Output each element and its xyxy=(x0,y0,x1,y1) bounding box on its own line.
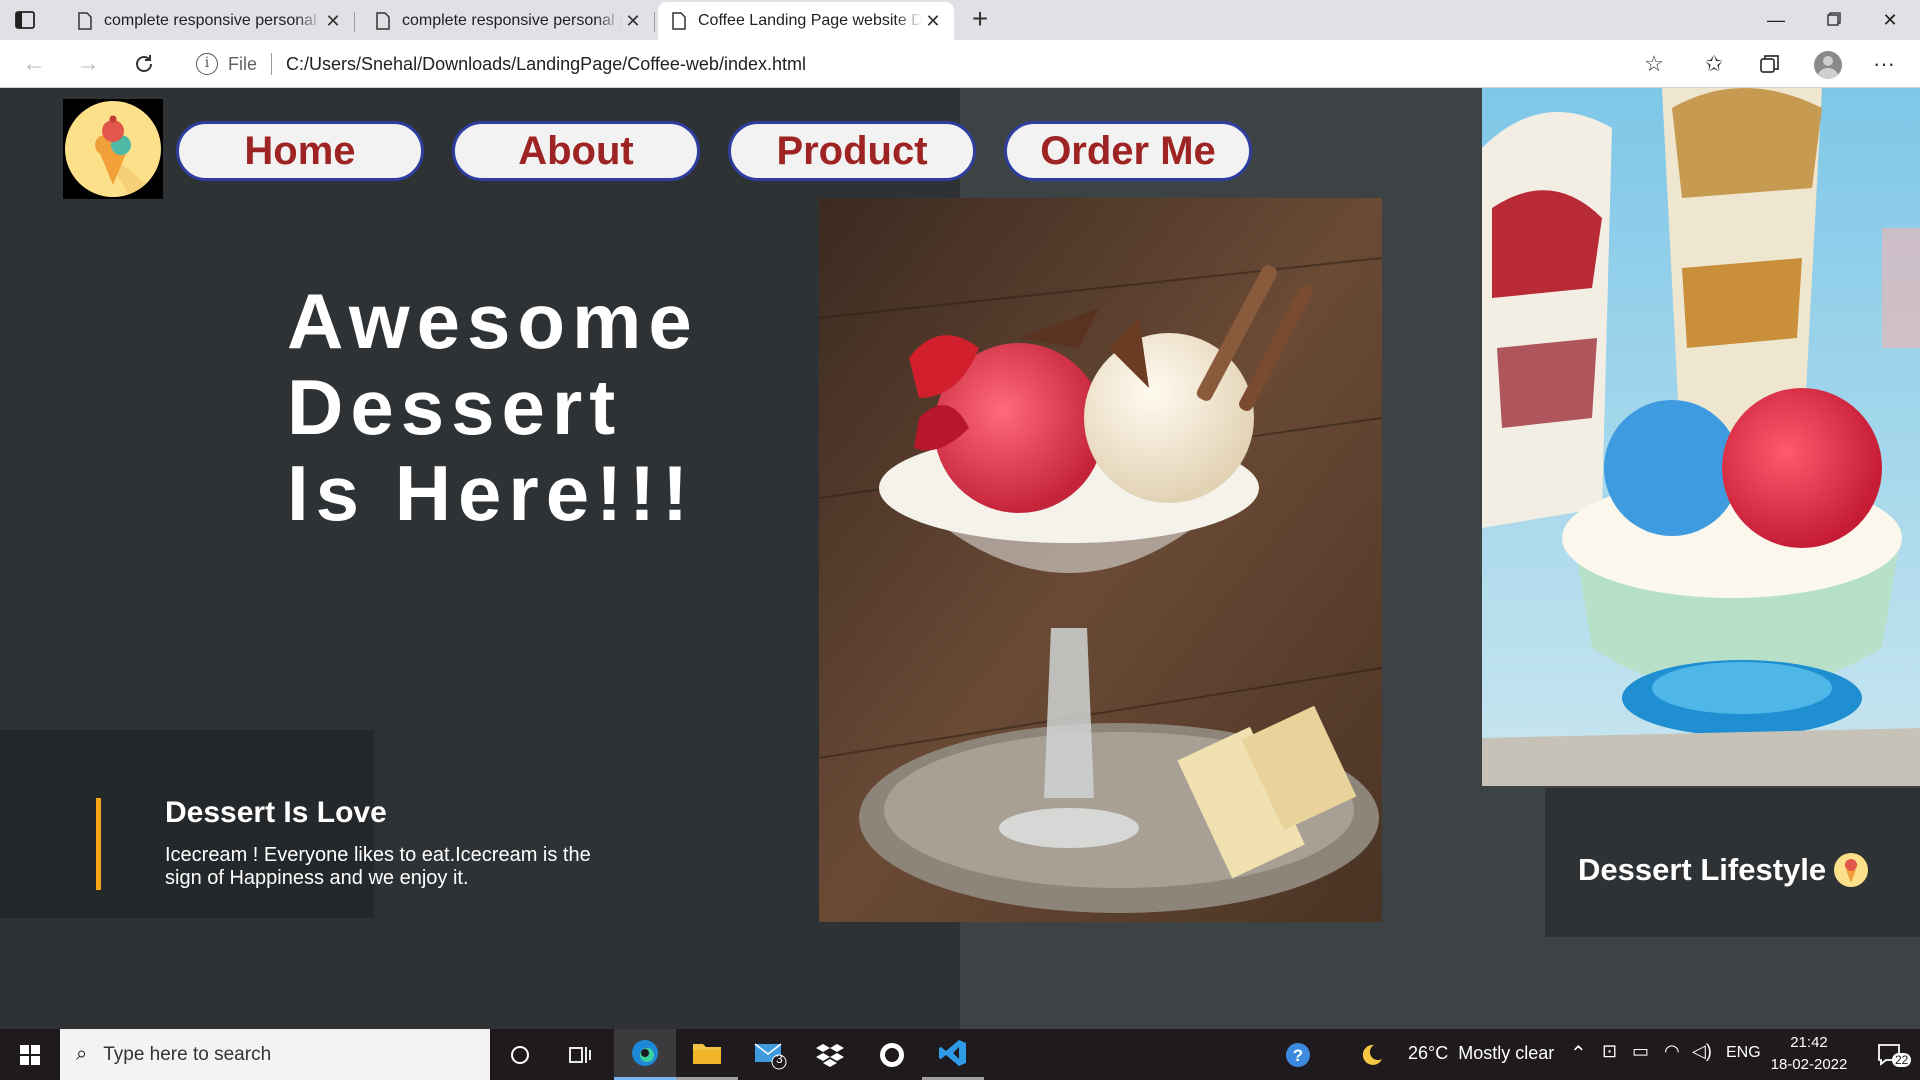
page-icon xyxy=(672,12,686,30)
windows-icon xyxy=(20,1045,40,1065)
profile-avatar[interactable] xyxy=(1814,51,1842,79)
back-button[interactable]: ← xyxy=(18,48,50,80)
search-icon: ⌕ xyxy=(76,1043,88,1065)
favorites-icon[interactable]: ✩ xyxy=(1700,50,1728,78)
task-view-icon[interactable] xyxy=(550,1029,610,1080)
mail-icon[interactable]: 3 xyxy=(740,1029,800,1080)
browser-tab-bar: complete responsive personal portfolio ✕… xyxy=(0,0,1920,40)
restore-button[interactable] xyxy=(1806,0,1862,40)
card-text: Icecream ! Everyone likes to eat.Icecrea… xyxy=(165,844,591,889)
search-placeholder: Type here to search xyxy=(103,1043,272,1065)
hero-title: Awesome Dessert Is Here!!! xyxy=(287,277,699,537)
github-icon[interactable] xyxy=(862,1029,922,1080)
accent-bar xyxy=(96,798,101,890)
github-glyph xyxy=(880,1042,904,1067)
meet-now-icon[interactable]: ⊡ xyxy=(1602,1041,1617,1062)
page-viewport: Home About Product Order Me Awesome Dess… xyxy=(0,88,1920,1029)
sundae-glasses-photo xyxy=(1482,88,1920,786)
restore-icon xyxy=(1827,12,1841,26)
scheme-label: File xyxy=(228,53,258,74)
battery-icon[interactable]: ▭ xyxy=(1632,1041,1649,1062)
language-indicator[interactable]: ENG xyxy=(1726,1044,1761,1062)
ice-cream-logo-icon xyxy=(65,101,161,197)
collections-icon[interactable] xyxy=(1756,50,1784,78)
url-text: C:/Users/Snehal/Downloads/LandingPage/Co… xyxy=(286,53,806,74)
tab-actions-icon[interactable] xyxy=(14,9,36,31)
browser-tab-2[interactable]: complete responsive personal portfolio ✕ xyxy=(362,2,655,40)
dropbox-glyph xyxy=(816,1043,844,1067)
tab-title: complete responsive personal portfolio xyxy=(402,12,622,29)
nav-about-link[interactable]: About xyxy=(452,121,700,181)
nav-home-link[interactable]: Home xyxy=(176,121,424,181)
close-icon[interactable]: ✕ xyxy=(322,11,344,32)
help-glyph: ? xyxy=(1286,1042,1310,1067)
clock-time[interactable]: 21:42 xyxy=(1774,1034,1844,1051)
moon-glyph xyxy=(1362,1044,1382,1065)
start-button[interactable] xyxy=(0,1029,60,1080)
tab-title: Coffee Landing Page website Design xyxy=(698,12,922,29)
page-icon xyxy=(376,12,390,30)
close-window-button[interactable]: ✕ xyxy=(1862,0,1918,40)
edge-browser-icon[interactable] xyxy=(614,1029,676,1080)
divider xyxy=(271,53,273,75)
vscode-glyph xyxy=(939,1040,966,1066)
tab-title: complete responsive personal portfolio xyxy=(104,12,322,29)
wifi-icon[interactable]: ◠ xyxy=(1664,1041,1680,1062)
address-bar: ← → i File C:/Users/Snehal/Downloads/Lan… xyxy=(0,40,1920,88)
minimize-button[interactable]: — xyxy=(1748,0,1804,40)
svg-text:?: ? xyxy=(1293,1046,1303,1065)
show-hidden-icons[interactable]: ⌃ xyxy=(1570,1041,1587,1066)
lifestyle-label: Dessert Lifestyle xyxy=(1578,852,1869,888)
browser-tab-3[interactable]: Coffee Landing Page website Design ✕ xyxy=(658,2,954,40)
clock-date[interactable]: 18-02-2022 xyxy=(1766,1056,1852,1073)
refresh-button[interactable] xyxy=(128,48,160,80)
refresh-icon xyxy=(136,55,152,72)
forward-button[interactable]: → xyxy=(72,48,104,80)
folder-glyph xyxy=(693,1044,721,1064)
cortana-icon[interactable] xyxy=(490,1029,550,1080)
main-nav: Home About Product Order Me xyxy=(176,121,1252,181)
collections-glyph xyxy=(1760,55,1779,73)
vscode-icon[interactable] xyxy=(922,1029,984,1080)
lifestyle-text: Dessert Lifestyle xyxy=(1578,852,1827,887)
sundae-photo xyxy=(819,198,1382,922)
site-logo[interactable] xyxy=(63,99,163,199)
nav-order-link[interactable]: Order Me xyxy=(1004,121,1252,181)
more-menu-icon[interactable]: ··· xyxy=(1870,50,1898,78)
new-tab-button[interactable]: + xyxy=(964,4,996,36)
help-icon[interactable]: ? xyxy=(1268,1029,1328,1080)
nav-product-link[interactable]: Product xyxy=(728,121,976,181)
browser-tab-1[interactable]: complete responsive personal portfolio ✕ xyxy=(64,2,355,40)
page-icon xyxy=(78,12,92,30)
card-title: Dessert Is Love xyxy=(165,796,387,829)
info-icon[interactable]: i xyxy=(196,53,218,75)
edge-glyph xyxy=(632,1040,658,1066)
taskbar-search[interactable]: ⌕ Type here to search xyxy=(60,1029,490,1080)
close-icon[interactable]: ✕ xyxy=(622,11,644,32)
weather-moon-icon xyxy=(1352,1029,1392,1080)
add-favorite-icon[interactable]: ☆ xyxy=(1640,50,1668,78)
close-icon[interactable]: ✕ xyxy=(922,11,944,32)
file-explorer-icon[interactable] xyxy=(676,1029,738,1080)
mail-badge: 3 xyxy=(776,1052,783,1066)
weather-text[interactable]: 26°C Mostly clear xyxy=(1408,1043,1554,1064)
cortana-glyph xyxy=(511,1045,529,1064)
notifications-badge: 22 xyxy=(1892,1053,1912,1067)
url-field[interactable]: i File C:/Users/Snehal/Downloads/Landing… xyxy=(182,46,1702,82)
windows-taskbar: ⌕ Type here to search 3 ? 26°C Mostly cl… xyxy=(0,1029,1920,1080)
dropbox-icon[interactable] xyxy=(800,1029,860,1080)
task-view-glyph xyxy=(569,1046,591,1063)
volume-icon[interactable]: ◁) xyxy=(1692,1041,1712,1062)
ice-cream-icon xyxy=(1834,853,1869,887)
notifications-icon[interactable]: 22 xyxy=(1860,1029,1920,1080)
